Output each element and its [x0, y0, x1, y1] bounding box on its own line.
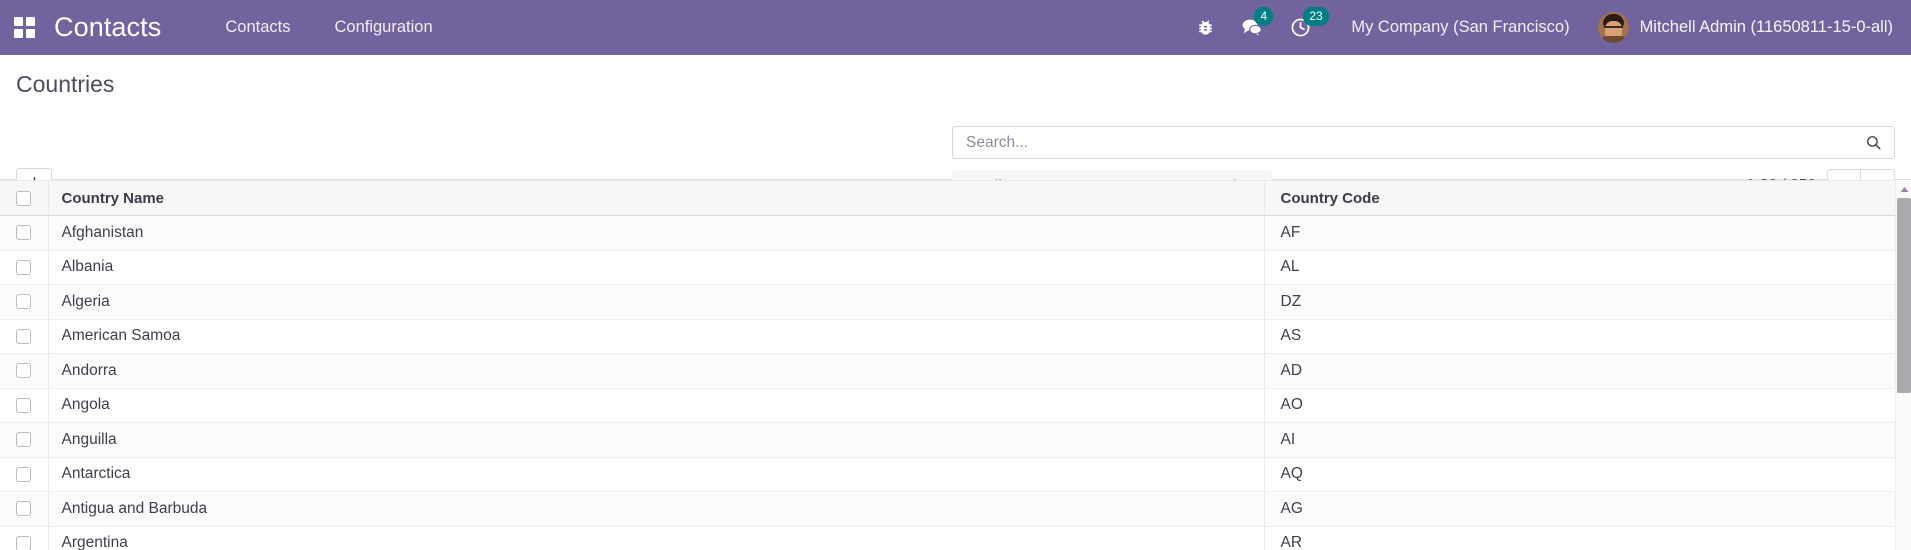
systray: 4 23	[1196, 6, 1329, 44]
bug-menu-button[interactable]	[1196, 12, 1215, 44]
row-select-cell	[0, 457, 49, 492]
activities-badge: 23	[1303, 6, 1329, 26]
row-select-cell	[0, 215, 49, 251]
cell-country-name[interactable]: Argentina	[48, 526, 1265, 550]
table-row[interactable]: Anguilla AI	[0, 422, 1895, 458]
cell-country-code[interactable]: AO	[1264, 388, 1895, 423]
cell-country-code[interactable]: AG	[1264, 491, 1895, 527]
control-panel: Countries Filters	[0, 55, 1911, 204]
table-row[interactable]: Afghanistan AF	[0, 215, 1895, 251]
table-row[interactable]: Antigua and Barbuda AG	[0, 491, 1895, 527]
row-checkbox[interactable]	[16, 259, 31, 275]
row-select-cell	[0, 526, 49, 550]
row-checkbox[interactable]	[16, 397, 31, 413]
row-select-cell	[0, 284, 49, 320]
column-header-country-code[interactable]: Country Code	[1264, 180, 1895, 216]
table-row[interactable]: Albania AL	[0, 250, 1895, 285]
row-checkbox[interactable]	[16, 535, 31, 550]
column-header-country-name[interactable]: Country Name	[48, 180, 1265, 216]
row-checkbox[interactable]	[16, 432, 31, 448]
row-checkbox[interactable]	[16, 328, 31, 344]
scrollbar-thumb[interactable]	[1897, 198, 1911, 393]
cell-country-code[interactable]: AI	[1264, 422, 1895, 458]
row-select-cell	[0, 491, 49, 527]
cell-country-name[interactable]: Algeria	[48, 284, 1265, 320]
cell-country-name[interactable]: Albania	[48, 250, 1265, 285]
page-title: Countries	[16, 71, 115, 97]
table-row[interactable]: Argentina AR	[0, 526, 1895, 550]
cell-country-code[interactable]: AD	[1264, 353, 1895, 389]
nav-menu-contacts[interactable]: Contacts	[203, 0, 312, 55]
table-header-row: Country Name Country Code	[0, 180, 1895, 216]
cell-country-name[interactable]: Andorra	[48, 353, 1265, 389]
search-button[interactable]	[1862, 132, 1884, 154]
row-checkbox[interactable]	[16, 466, 31, 482]
table-row[interactable]: Andorra AD	[0, 353, 1895, 389]
cell-country-name[interactable]: Antigua and Barbuda	[48, 491, 1265, 527]
avatar	[1597, 12, 1629, 43]
cell-country-name[interactable]: Afghanistan	[48, 215, 1265, 251]
cell-country-name[interactable]: American Samoa	[48, 319, 1265, 354]
bug-icon	[1199, 20, 1213, 35]
countries-table: Country Name Country Code Afghanistan AF A…	[0, 180, 1895, 550]
row-select-cell	[0, 388, 49, 423]
vertical-scrollbar[interactable]	[1895, 180, 1911, 550]
cell-country-name[interactable]: Antarctica	[48, 457, 1265, 492]
brand-title[interactable]: Contacts	[54, 12, 161, 43]
table-body: Afghanistan AF Albania AL Algeria DZ American …	[0, 215, 1895, 550]
table-header: Country Name Country Code	[0, 180, 1895, 216]
row-select-cell	[0, 353, 49, 389]
table-row[interactable]: American Samoa AS	[0, 319, 1895, 354]
user-menu-button[interactable]: Mitchell Admin (11650811-15-0-all)	[1584, 0, 1911, 55]
row-checkbox[interactable]	[16, 363, 31, 379]
search-icon	[1866, 136, 1881, 150]
row-select-cell	[0, 250, 49, 285]
messages-menu-button[interactable]: 4	[1241, 6, 1274, 44]
apps-menu-button[interactable]	[0, 0, 48, 55]
list-view: Country Name Country Code Afghanistan AF A…	[0, 180, 1911, 550]
apps-grid-icon	[13, 17, 35, 38]
table-row[interactable]: Algeria DZ	[0, 284, 1895, 320]
cell-country-code[interactable]: DZ	[1264, 284, 1895, 320]
cell-country-name[interactable]: Angola	[48, 388, 1265, 423]
table-row[interactable]: Antarctica AQ	[0, 457, 1895, 492]
row-checkbox[interactable]	[16, 501, 31, 517]
search-input[interactable]	[966, 127, 1862, 158]
select-all-header	[0, 180, 49, 216]
cell-country-code[interactable]: AL	[1264, 250, 1895, 285]
scroll-up-arrow-icon	[1900, 186, 1908, 192]
cell-country-code[interactable]: AR	[1264, 526, 1895, 550]
row-checkbox[interactable]	[16, 294, 31, 310]
cell-country-code[interactable]: AF	[1264, 215, 1895, 251]
table-row[interactable]: Angola AO	[0, 388, 1895, 423]
messages-badge: 4	[1254, 6, 1274, 26]
top-navbar: Contacts Contacts Configuration 4 23 My …	[0, 0, 1911, 55]
nav-menu-configuration[interactable]: Configuration	[312, 0, 454, 55]
cell-country-code[interactable]: AS	[1264, 319, 1895, 354]
row-checkbox[interactable]	[16, 225, 31, 241]
cell-country-name[interactable]: Anguilla	[48, 422, 1265, 458]
row-select-cell	[0, 422, 49, 458]
scroll-up-button[interactable]	[1896, 182, 1911, 196]
activities-menu-button[interactable]: 23	[1290, 6, 1329, 44]
select-all-checkbox[interactable]	[16, 190, 31, 206]
row-select-cell	[0, 319, 49, 354]
cell-country-code[interactable]: AQ	[1264, 457, 1895, 492]
company-switcher[interactable]: My Company (San Francisco)	[1337, 0, 1583, 55]
user-name-label: Mitchell Admin (11650811-15-0-all)	[1639, 18, 1893, 36]
search-bar[interactable]	[952, 126, 1895, 159]
